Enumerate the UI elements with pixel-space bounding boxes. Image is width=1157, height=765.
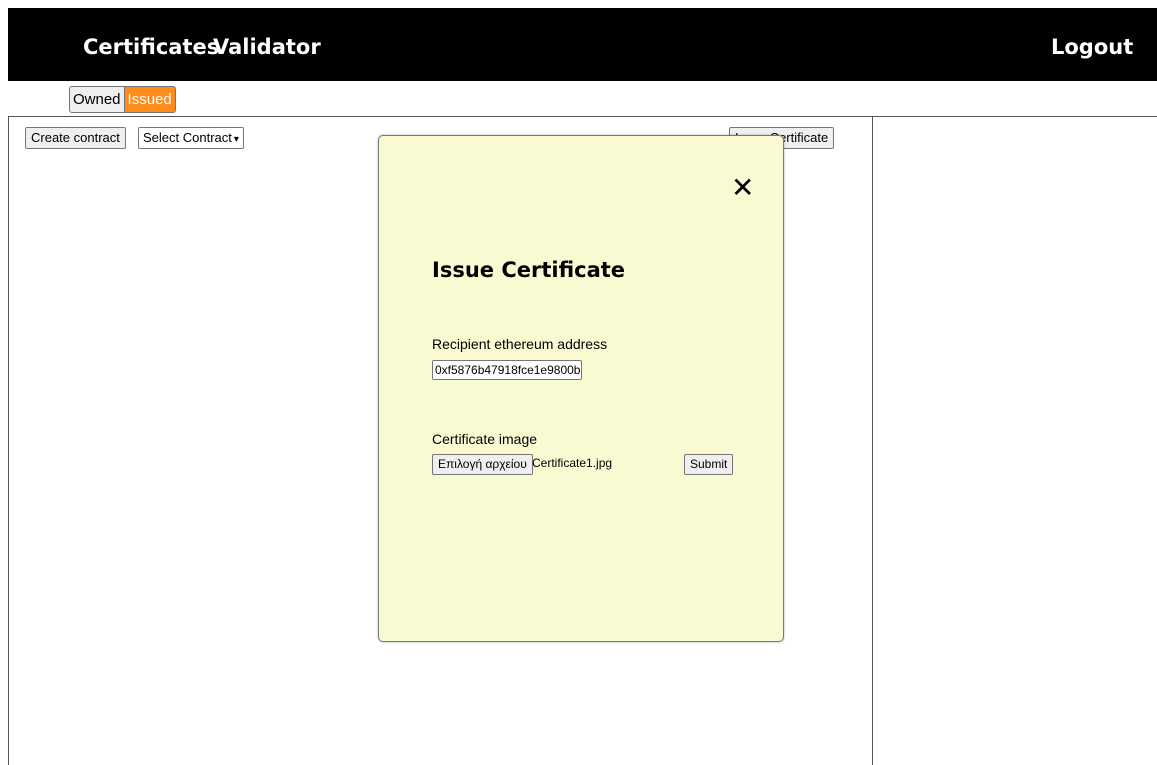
recipient-address-input[interactable]: 0xf5876b47918fce1e9800b26 [432,360,582,380]
modal-title: Issue Certificate [432,258,626,282]
nav-certificates-link[interactable]: Certificates [83,35,219,59]
submit-button[interactable]: Submit [684,454,734,475]
content-top-divider [8,116,1157,117]
nav-validator-link[interactable]: Validator [213,35,321,59]
tab-issued[interactable]: Issued [124,86,176,113]
certificate-tabs: Owned Issued [69,86,176,113]
recipient-address-label: Recipient ethereum address [432,336,608,352]
content-left-border [8,116,9,765]
choose-file-button[interactable]: Επιλογή αρχείου [432,454,533,475]
tab-owned[interactable]: Owned [69,86,125,113]
select-contract-dropdown[interactable]: Select Contract ▾ [138,127,244,149]
content-right-divider [872,116,873,765]
issue-certificate-modal: ✕ Issue Certificate Recipient ethereum a… [378,135,784,642]
selected-file-name: Certificate1.jpg [532,456,613,470]
certificate-image-label: Certificate image [432,431,538,447]
select-contract-label: Select Contract [143,130,232,145]
create-contract-button[interactable]: Create contract [25,127,126,149]
chevron-down-icon: ▾ [233,134,239,145]
close-icon[interactable]: ✕ [731,174,754,202]
logout-link[interactable]: Logout [1051,35,1133,59]
